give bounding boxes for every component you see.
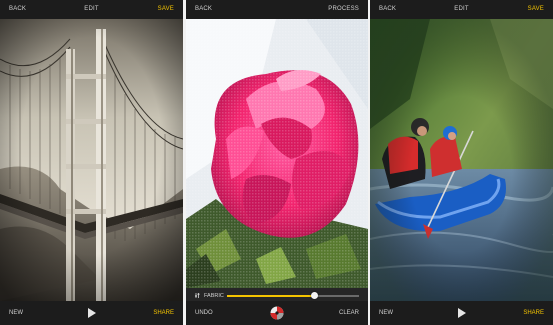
- top-bar: BACK EDIT SAVE: [0, 0, 183, 19]
- rose-photo: [186, 19, 368, 288]
- edit-button[interactable]: EDIT: [370, 6, 553, 12]
- share-button[interactable]: SHARE: [523, 310, 544, 316]
- slider-knob[interactable]: [310, 292, 318, 299]
- save-button[interactable]: SAVE: [528, 6, 544, 12]
- bottom-bar: NEW SHARE: [0, 301, 183, 325]
- fabric-label: FABRIC: [204, 292, 224, 299]
- new-button[interactable]: NEW: [379, 310, 393, 316]
- clear-button[interactable]: CLEAR: [339, 310, 359, 316]
- play-icon[interactable]: [457, 308, 466, 318]
- edit-button[interactable]: EDIT: [0, 6, 183, 12]
- save-button[interactable]: SAVE: [158, 6, 174, 12]
- fabric-slider[interactable]: [227, 292, 359, 299]
- filter-mix-icon[interactable]: [270, 306, 284, 320]
- screen-bridge-edit: BACK EDIT SAVE NEW SHARE: [0, 0, 183, 325]
- bottom-bar: NEW SHARE: [370, 301, 553, 325]
- bottom-bar: UNDO CLEAR: [186, 301, 368, 325]
- new-button[interactable]: NEW: [9, 310, 23, 316]
- undo-button[interactable]: UNDO: [195, 310, 213, 316]
- screen-rose-process: BACK PROCESS FABRIC UNDO CLEAR: [186, 0, 368, 325]
- process-button[interactable]: PROCESS: [328, 6, 359, 12]
- screen-kayak-edit: BACK EDIT SAVE NEW SHARE: [370, 0, 553, 325]
- share-button[interactable]: SHARE: [153, 310, 174, 316]
- kayak-photo: [370, 19, 553, 301]
- back-button[interactable]: BACK: [195, 6, 212, 12]
- top-bar: BACK EDIT SAVE: [370, 0, 553, 19]
- bridge-photo: [0, 19, 183, 301]
- play-icon[interactable]: [87, 308, 96, 318]
- sliders-icon: [195, 293, 200, 298]
- top-bar: BACK PROCESS: [186, 0, 368, 19]
